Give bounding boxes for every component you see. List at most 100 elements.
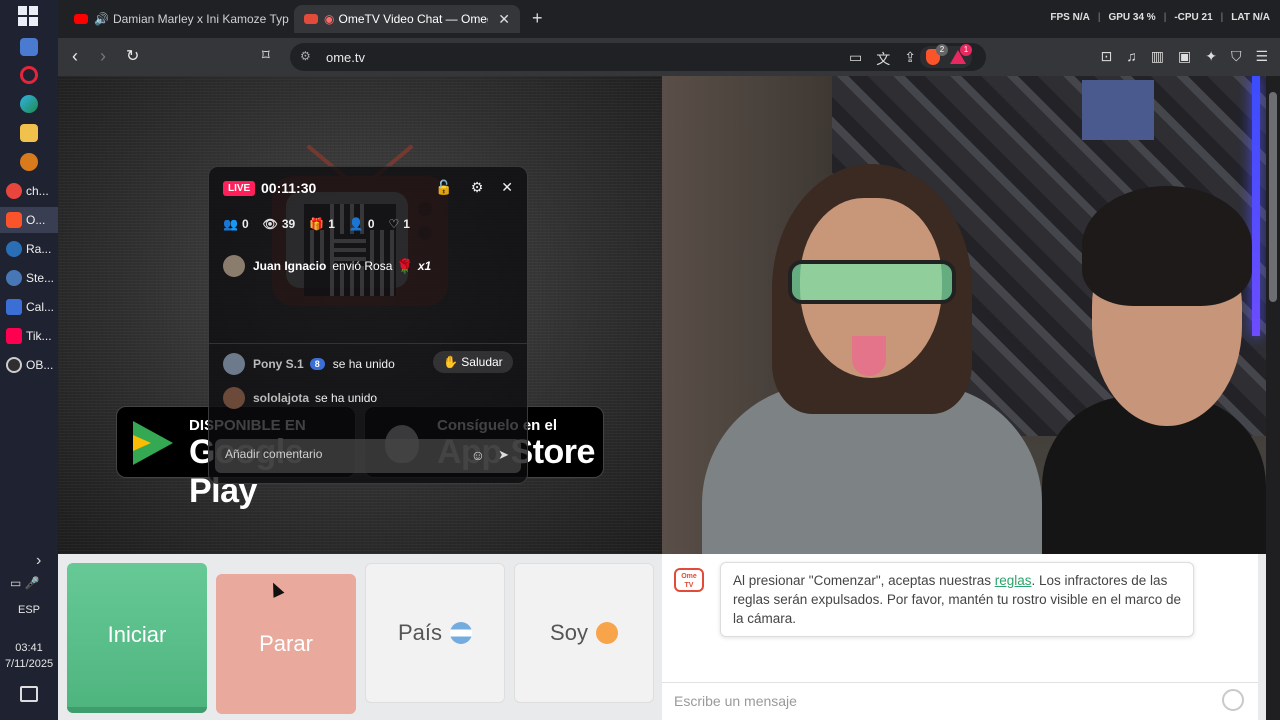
close-tab-icon[interactable]: ✕	[498, 11, 510, 28]
taskbar-app-0[interactable]: ch...	[0, 178, 58, 204]
emoji-icon[interactable]	[1222, 689, 1244, 711]
rules-link[interactable]: reglas	[995, 573, 1032, 588]
sidebar-icon[interactable]: ▥	[1151, 48, 1164, 65]
live-stream-overlay: LIVE 00:11:30 🔓 ⚙ ✕ 👥 0 👁 39 🎁 1 👤 0 ♡ 1 Juan…	[208, 166, 528, 484]
level-badge: 8	[309, 358, 325, 370]
chrome-icon	[6, 183, 22, 199]
recording-icon: ◉	[324, 12, 335, 26]
forward-icon[interactable]: ›	[100, 46, 106, 67]
cast-icon[interactable]: ▭	[849, 49, 862, 69]
gifts-stat: 🎁 1	[309, 217, 335, 231]
opera-icon[interactable]	[20, 66, 38, 84]
partner-person-2	[1022, 186, 1266, 554]
partner-video-panel	[662, 76, 1266, 554]
gift-icon: 🎁	[309, 217, 325, 231]
eye-icon: 👁	[262, 217, 278, 231]
bookmark-icon[interactable]: ⌑	[262, 46, 270, 64]
wave-icon: ✋	[443, 355, 458, 369]
members-stat: 👤 0	[348, 217, 375, 231]
store-icon[interactable]	[20, 38, 38, 56]
tab-youtube[interactable]: 🔊 Damian Marley x Ini Kamoze Typ	[64, 5, 290, 33]
taskbar-app-6[interactable]: OB...	[0, 352, 58, 378]
edge-icon[interactable]	[20, 95, 38, 113]
tiktok-icon	[6, 328, 22, 344]
reload-icon[interactable]: ↻	[126, 46, 139, 66]
obs-icon	[6, 357, 22, 373]
settings-icon[interactable]: ⚙	[471, 179, 484, 196]
stream-stats: 👥 0 👁 39 🎁 1 👤 0 ♡ 1	[223, 217, 410, 231]
avatar	[223, 255, 245, 277]
chat-area: Ome TV Al presionar "Comenzar", aceptas …	[662, 554, 1258, 720]
rose-icon: 🌹	[396, 257, 414, 274]
google-play-icon	[133, 421, 173, 465]
close-icon[interactable]: ✕	[501, 179, 513, 196]
stream-timer: 00:11:30	[261, 180, 317, 196]
taskbar-app-3[interactable]: Ste...	[0, 265, 58, 291]
site-settings-icon[interactable]: ⚙	[300, 49, 311, 63]
avatar	[223, 387, 245, 409]
comment-box: ☺ ➤	[215, 439, 521, 473]
browser-tab-strip: 🔊 Damian Marley x Ini Kamoze Typ ◉ OmeTV…	[58, 0, 1280, 38]
menu-icon[interactable]: ☰	[1255, 48, 1268, 65]
send-icon[interactable]: ➤	[498, 447, 509, 463]
partner-person-1	[702, 164, 1042, 554]
music-icon[interactable]: ♫	[1126, 48, 1137, 65]
address-bar[interactable]: ⚙ ome.tv ▭ 文 ⇪ 2 1	[290, 43, 986, 71]
chevron-right-icon[interactable]: ›	[36, 552, 41, 570]
tab-ometv[interactable]: ◉ OmeTV Video Chat — Omegl ✕	[294, 5, 520, 33]
new-tab-button[interactable]: +	[532, 8, 543, 29]
extension-tools: ⊡ ♫ ▥ ▣ ✦ ⛉ ☰	[1101, 48, 1269, 65]
language-indicator[interactable]: ESP	[0, 604, 58, 616]
ometv-logo: Ome TV	[674, 568, 704, 592]
network-volume-icons[interactable]: ▭ 🎤	[10, 576, 40, 590]
steam-icon	[6, 270, 22, 286]
rules-notice: Al presionar "Comenzar", aceptas nuestra…	[720, 562, 1194, 637]
calculator-icon	[6, 299, 22, 315]
wallet-icon[interactable]: ▣	[1178, 48, 1191, 65]
translate-icon[interactable]: 文	[876, 49, 890, 69]
back-icon[interactable]: ‹	[72, 46, 78, 67]
gamebar-icon[interactable]	[20, 153, 38, 171]
gender-button[interactable]: Soy	[514, 563, 654, 703]
leo-ai-icon[interactable]: ✦	[1205, 48, 1217, 65]
viewers-stat: 👁 39	[262, 217, 296, 231]
share-icon[interactable]: ⇪	[904, 49, 916, 69]
comment-input[interactable]	[225, 447, 455, 461]
vpn-shield-icon[interactable]: ⛉	[1231, 48, 1242, 65]
heart-icon: ♡	[388, 217, 400, 231]
taskbar-app-1[interactable]: O...	[0, 207, 58, 233]
gift-message: Juan Ignacio envió Rosa 🌹 x1	[223, 255, 431, 277]
country-button[interactable]: País	[365, 563, 505, 703]
performance-overlay: FPS N/A | GPU 34 % | -CPU 21 | LAT N/A	[1050, 12, 1270, 23]
ometv-page: DISPONIBLE EN Google Play Consíguelo en …	[58, 76, 1266, 720]
join-message: sololajota se ha unido	[223, 387, 377, 409]
folder-icon[interactable]	[20, 124, 38, 142]
greet-button[interactable]: ✋ Saludar	[433, 351, 513, 373]
taskbar-app-2[interactable]: Ra...	[0, 236, 58, 262]
own-video-panel: DISPONIBLE EN Google Play Consíguelo en …	[58, 76, 662, 554]
emoji-icon[interactable]: ☺	[471, 447, 485, 463]
girl-emoji-icon	[595, 622, 618, 644]
brave-icon	[6, 212, 22, 228]
message-input[interactable]	[674, 693, 1194, 709]
address-bar-tools: ▭ 文 ⇪	[849, 49, 916, 69]
clock[interactable]: 03:41 7/11/2025	[0, 640, 58, 672]
taskbar-app-4[interactable]: Cal...	[0, 294, 58, 320]
avatar	[223, 353, 245, 375]
live-badge: LIVE	[223, 181, 256, 196]
windows-taskbar: ch... O... Ra... Ste... Cal... Tik... OB…	[0, 0, 58, 720]
argentina-flag-icon	[450, 622, 473, 644]
users-icon: 👥	[223, 217, 238, 231]
screenshot-icon[interactable]: ⊡	[1101, 48, 1113, 65]
page-scrollbar[interactable]	[1266, 76, 1280, 720]
browser-toolbar: ‹ › ↻ ⌑ ⚙ ome.tv ▭ 文 ⇪ 2 1 ⊡ ♫ ▥ ▣ ✦ ⛉ ☰	[58, 38, 1280, 76]
stop-button[interactable]: Parar	[216, 574, 356, 714]
lock-icon[interactable]: 🔓	[435, 179, 452, 196]
brave-shields-group: 2 1	[920, 44, 972, 68]
start-button[interactable]: Iniciar	[67, 563, 207, 713]
notification-icon[interactable]	[20, 686, 38, 702]
windows-start-icon[interactable]	[18, 6, 38, 26]
followers-stat: 👥 0	[223, 217, 249, 231]
taskbar-app-5[interactable]: Tik...	[0, 323, 58, 349]
youtube-icon	[74, 14, 88, 24]
